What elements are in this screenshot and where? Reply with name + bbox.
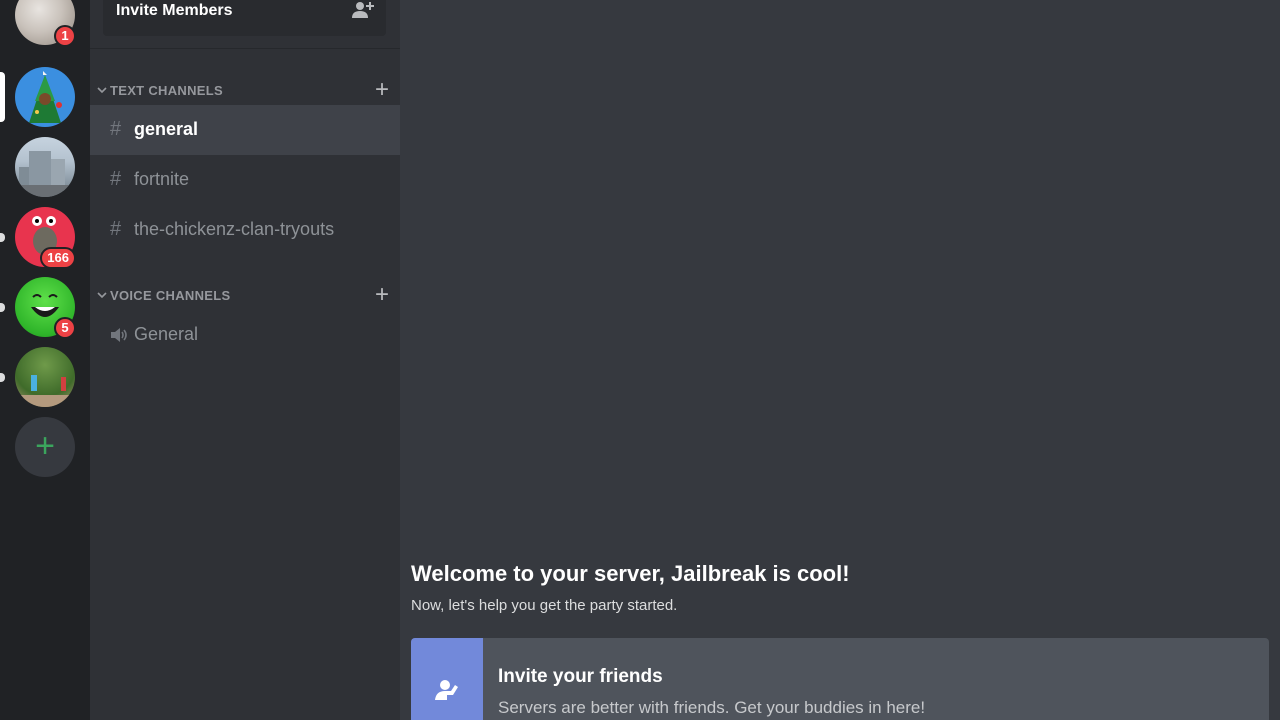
invite-members-label: Invite Members	[116, 2, 233, 19]
category-label: VOICE CHANNELS	[110, 288, 231, 303]
channel-the-chickenz-clan-tryouts[interactable]: # the-chickenz-clan-tryouts	[90, 205, 400, 255]
hash-icon: #	[110, 168, 122, 190]
channel-name: fortnite	[134, 169, 190, 189]
server-icon[interactable]	[15, 67, 75, 127]
category-text-channels[interactable]: TEXT CHANNELS +	[95, 76, 391, 105]
hash-icon: #	[110, 118, 122, 140]
channel-fortnite[interactable]: # fortnite	[90, 155, 400, 205]
unread-indicator	[0, 373, 5, 382]
add-server-button[interactable]: +	[15, 417, 75, 477]
add-user-icon	[352, 2, 374, 18]
unread-indicator	[0, 303, 5, 312]
channel-general[interactable]: # general	[90, 105, 400, 155]
welcome-subtitle: Now, let's help you get the party starte…	[411, 597, 678, 614]
main-content: Welcome to your server, Jailbreak is coo…	[400, 0, 1280, 720]
wave-icon	[435, 680, 458, 700]
add-channel-icon[interactable]: +	[375, 281, 389, 309]
server-avatar	[15, 67, 75, 127]
unread-indicator	[0, 233, 5, 242]
invite-friends-card[interactable]: Invite your friends Servers are better w…	[411, 638, 1269, 720]
chevron-down-icon	[97, 87, 107, 94]
card-text: Servers are better with friends. Get you…	[498, 698, 926, 717]
server-rail: 1 166 5 +	[0, 0, 90, 720]
server-icon[interactable]: 5	[15, 277, 76, 339]
voice-channel-general[interactable]: General	[90, 310, 400, 360]
welcome-title: Welcome to your server, Jailbreak is coo…	[411, 561, 850, 586]
card-icon-panel	[411, 638, 483, 720]
speaker-icon	[111, 328, 127, 342]
channel-name: the-chickenz-clan-tryouts	[134, 219, 335, 239]
add-channel-icon[interactable]: +	[375, 76, 389, 104]
category-voice-channels[interactable]: VOICE CHANNELS +	[95, 281, 391, 310]
chevron-down-icon	[97, 292, 107, 299]
divider	[90, 48, 400, 49]
hash-icon: #	[110, 218, 122, 240]
server-icon[interactable]	[15, 347, 75, 407]
channel-sidebar: Invite Members TEXT CHANNELS + # general…	[90, 0, 400, 720]
notification-badge: 5	[54, 317, 76, 339]
server-icon[interactable]: 1	[15, 0, 76, 47]
server-avatar	[15, 137, 75, 197]
notification-badge: 166	[40, 247, 76, 269]
channel-name: General	[134, 324, 199, 344]
plus-icon: +	[35, 427, 55, 465]
server-avatar	[15, 347, 75, 407]
invite-members-button[interactable]: Invite Members	[103, 0, 386, 36]
active-server-indicator	[0, 72, 5, 122]
server-icon[interactable]: 166	[15, 207, 76, 269]
channel-name: general	[134, 119, 199, 139]
card-title: Invite your friends	[498, 666, 663, 687]
category-label: TEXT CHANNELS	[110, 83, 223, 98]
server-icon[interactable]	[15, 137, 75, 197]
notification-badge: 1	[54, 25, 76, 47]
